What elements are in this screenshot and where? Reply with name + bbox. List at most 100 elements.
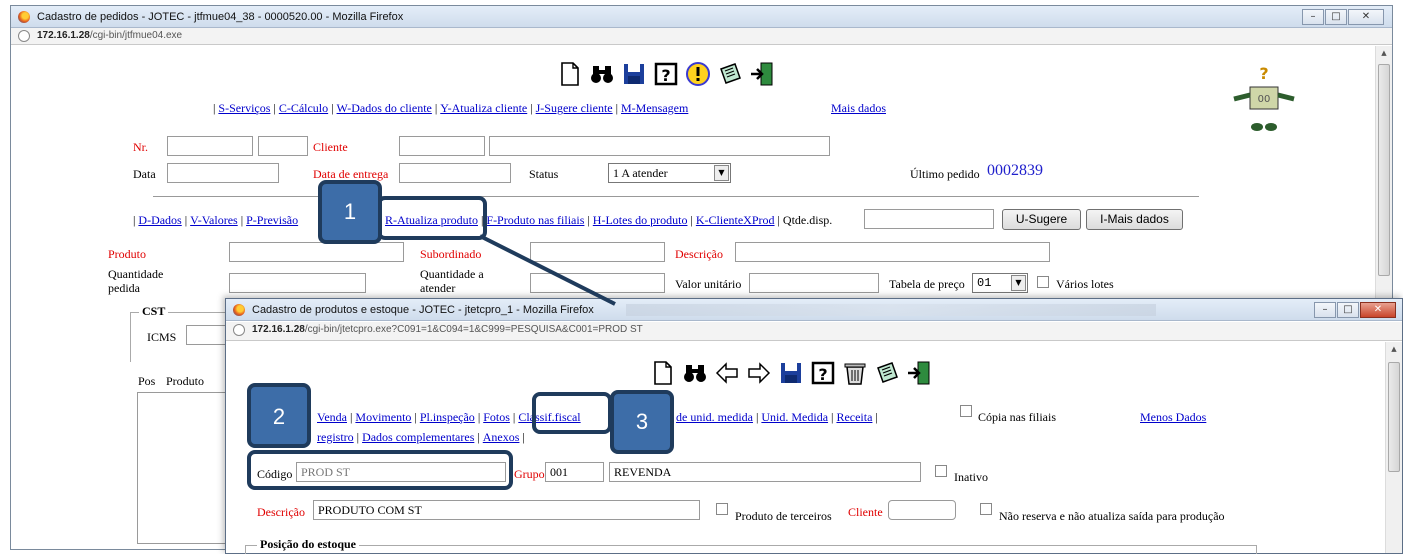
cliente-code-field[interactable]	[399, 136, 485, 156]
valor-unitario-field[interactable]	[749, 273, 879, 293]
cliente-sub-field[interactable]	[888, 500, 956, 520]
data-entrega-field[interactable]	[399, 163, 511, 183]
menu-d-dados[interactable]: D-Dados	[138, 213, 181, 227]
menu-atualiza-cliente[interactable]: Y-Atualiza cliente	[440, 101, 527, 115]
binoculars-icon[interactable]	[682, 360, 708, 386]
scrollbar-thumb[interactable]	[1388, 362, 1400, 472]
nr-label: Nr.	[133, 140, 148, 154]
sub-menu-row2: registro | Dados complementares | Anexos |	[317, 430, 525, 444]
sub-menu-registro[interactable]: registro	[317, 430, 354, 444]
menu-p-previsao[interactable]: P-Previsão	[246, 213, 298, 227]
sub-menu-plinspecao[interactable]: Pl.inspeção	[420, 410, 475, 424]
cliente-name-field[interactable]	[489, 136, 830, 156]
help-icon[interactable]: ?	[653, 61, 679, 87]
menu-h-lotes[interactable]: H-Lotes do produto	[593, 213, 688, 227]
produto-terceiros-checkbox[interactable]	[716, 503, 728, 515]
new-document-icon[interactable]	[650, 360, 676, 386]
sub-window-titlebar: Cadastro de produtos e estoque - JOTEC -…	[226, 299, 1402, 321]
sub-menu-receita[interactable]: Receita	[836, 410, 872, 424]
nr-field-1[interactable]	[167, 136, 253, 156]
chevron-down-icon[interactable]: ▼	[1011, 275, 1026, 291]
warning-icon[interactable]	[685, 61, 711, 87]
menu-sugere-cliente[interactable]: J-Sugere cliente	[536, 101, 613, 115]
scroll-up-arrow-icon[interactable]: ▲	[1376, 46, 1392, 60]
tabela-preco-select[interactable]: 01 ▼	[972, 273, 1028, 293]
assistant-mascot-icon[interactable]: ? 00	[1232, 64, 1296, 137]
main-url-bar[interactable]: 172.16.1.28/cgi-bin/jtfmue04.exe	[11, 28, 1392, 45]
sub-window-controls: – □ ✕	[1313, 302, 1396, 318]
items-grid[interactable]	[137, 392, 237, 544]
sub-menu-unid-medida-conv[interactable]: de unid. medida	[676, 410, 753, 424]
nao-reserva-checkbox[interactable]	[980, 503, 992, 515]
menu-calculo[interactable]: C-Cálculo	[279, 101, 328, 115]
quantidade-atender-field[interactable]	[530, 273, 665, 293]
main-menu: | S-Serviços | C-Cálculo | W-Dados do cliente…	[213, 101, 689, 115]
ultimo-pedido-value: 0002839	[987, 162, 1043, 179]
callout-2: 2	[247, 383, 311, 448]
data-field[interactable]	[167, 163, 279, 183]
qtde-disp-field[interactable]	[864, 209, 994, 229]
notes-icon[interactable]	[717, 61, 743, 87]
divider	[153, 196, 1199, 198]
minimize-button[interactable]: –	[1302, 9, 1324, 25]
posicao-estoque-fieldset	[245, 545, 1257, 554]
help-icon[interactable]: ?	[810, 360, 836, 386]
status-select[interactable]: 1 A atender ▼	[608, 163, 731, 183]
trash-icon[interactable]	[842, 360, 868, 386]
subordinado-field[interactable]	[530, 242, 665, 262]
blurred-background-row	[626, 304, 1156, 316]
sub-menu-dados-complementares[interactable]: Dados complementares	[362, 430, 474, 444]
exit-icon[interactable]	[749, 61, 775, 87]
sub-menu-unid-medida[interactable]: Unid. Medida	[761, 410, 828, 424]
chevron-down-icon[interactable]: ▼	[714, 165, 729, 181]
close-button[interactable]: ✕	[1360, 302, 1396, 318]
menu-servicos[interactable]: S-Serviços	[218, 101, 270, 115]
scroll-up-arrow-icon[interactable]: ▲	[1386, 342, 1402, 356]
notes-icon[interactable]	[874, 360, 900, 386]
sub-menu-movimento[interactable]: Movimento	[355, 410, 411, 424]
maximize-button[interactable]: □	[1337, 302, 1359, 318]
varios-lotes-checkbox[interactable]	[1037, 276, 1049, 288]
menos-dados-link[interactable]: Menos Dados	[1140, 410, 1206, 425]
copia-filiais-checkbox[interactable]	[960, 405, 972, 417]
produto-field[interactable]	[229, 242, 404, 262]
product-menu: | D-Dados | V-Valores | P-Previsão	[133, 213, 299, 227]
exit-icon[interactable]	[906, 360, 932, 386]
new-document-icon[interactable]	[557, 61, 583, 87]
descricao-sub-field[interactable]: PRODUTO COM ST	[313, 500, 700, 520]
save-disk-icon[interactable]	[621, 61, 647, 87]
mais-dados-button[interactable]: I-Mais dados	[1086, 209, 1183, 230]
menu-f-produto-filiais[interactable]: F-Produto nas filiais	[486, 213, 584, 227]
arrow-left-icon[interactable]	[714, 360, 740, 386]
sub-menu-anexos[interactable]: Anexos	[483, 430, 520, 444]
save-disk-icon[interactable]	[778, 360, 804, 386]
mais-dados-link[interactable]: Mais dados	[831, 101, 886, 116]
menu-v-valores[interactable]: V-Valores	[190, 213, 238, 227]
menu-k-clientexprod[interactable]: K-ClienteXProd	[696, 213, 775, 227]
nr-field-2[interactable]	[258, 136, 308, 156]
quantidade-atender-label: Quantidade a atender	[420, 267, 484, 295]
maximize-button[interactable]: □	[1325, 9, 1347, 25]
close-button[interactable]: ✕	[1348, 9, 1384, 25]
menu-mensagem[interactable]: M-Mensagem	[621, 101, 688, 115]
arrow-right-icon[interactable]	[746, 360, 772, 386]
sub-url-bar[interactable]: 172.16.1.28/cgi-bin/jtetcpro.exe?C091=1&…	[226, 322, 1402, 341]
sub-scrollbar[interactable]: ▲	[1385, 342, 1402, 553]
binoculars-icon[interactable]	[589, 61, 615, 87]
scrollbar-thumb[interactable]	[1378, 64, 1390, 276]
quantidade-pedida-field[interactable]	[229, 273, 366, 293]
descricao-field[interactable]	[735, 242, 1050, 262]
grupo-code-field[interactable]: 001	[545, 462, 604, 482]
grupo-name-field[interactable]: REVENDA	[609, 462, 921, 482]
minimize-button[interactable]: –	[1314, 302, 1336, 318]
menu-dados-cliente[interactable]: W-Dados do cliente	[337, 101, 432, 115]
status-value: 1 A atender	[613, 166, 668, 180]
sub-url-host: 172.16.1.28	[252, 324, 305, 335]
inativo-checkbox[interactable]	[935, 465, 947, 477]
highlight-codigo	[247, 450, 513, 490]
sub-menu-fotos[interactable]: Fotos	[483, 410, 510, 424]
sub-menu-venda[interactable]: Venda	[317, 410, 347, 424]
sugere-button[interactable]: U-Sugere	[1002, 209, 1081, 230]
highlight-atualiza-produto	[377, 196, 487, 240]
data-label: Data	[133, 167, 156, 181]
